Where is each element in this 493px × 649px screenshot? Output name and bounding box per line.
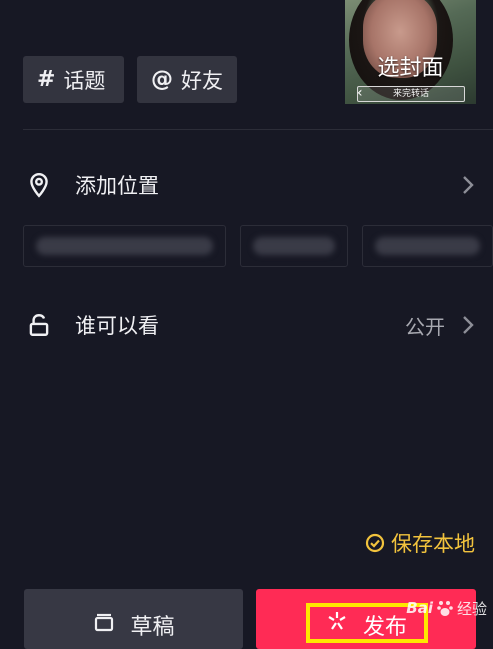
chevron-right-icon [463,316,474,334]
visibility-value: 公开 [405,314,445,339]
topic-chip-label: 话题 [63,68,106,93]
cover-frame-strip: 来完转话 [357,86,465,102]
friend-chip-label: 好友 [181,68,223,93]
save-local-toggle[interactable]: 保存本地 [365,528,475,558]
save-local-label: 保存本地 [391,532,475,556]
location-suggestion[interactable] [23,225,226,267]
location-pin-icon [30,172,48,198]
baidu-watermark: Bai 经验 [406,594,487,622]
add-location-label: 添加位置 [75,174,159,198]
divider [23,129,493,130]
watermark-brand: Bai [406,599,433,617]
visibility-row[interactable]: 谁可以看 公开 [0,305,493,345]
topic-chip[interactable]: # 话题 [23,56,124,103]
cover-selector[interactable]: 选封面 ‹ 来完转话 [345,0,476,104]
location-suggestion[interactable] [362,225,493,267]
unlock-icon [29,314,49,336]
cover-caption: 选封面 [377,56,444,81]
location-suggestion[interactable] [240,225,348,267]
visibility-label: 谁可以看 [75,314,159,338]
watermark-suffix: 经验 [456,599,487,618]
paw-icon [437,601,453,616]
publish-button-label: 发布 [362,615,407,640]
at-sign-icon: @ [151,67,173,92]
chevron-right-icon [463,176,474,194]
publish-sparkle-icon [328,612,346,630]
mention-friend-chip[interactable]: @ 好友 [137,56,237,103]
draft-button[interactable]: 草稿 [24,589,243,649]
add-location-row[interactable]: 添加位置 [0,165,493,205]
check-circle-icon [365,533,385,553]
draft-button-label: 草稿 [130,615,175,640]
hashtag-icon: # [37,67,56,92]
draft-box-icon [95,613,114,632]
